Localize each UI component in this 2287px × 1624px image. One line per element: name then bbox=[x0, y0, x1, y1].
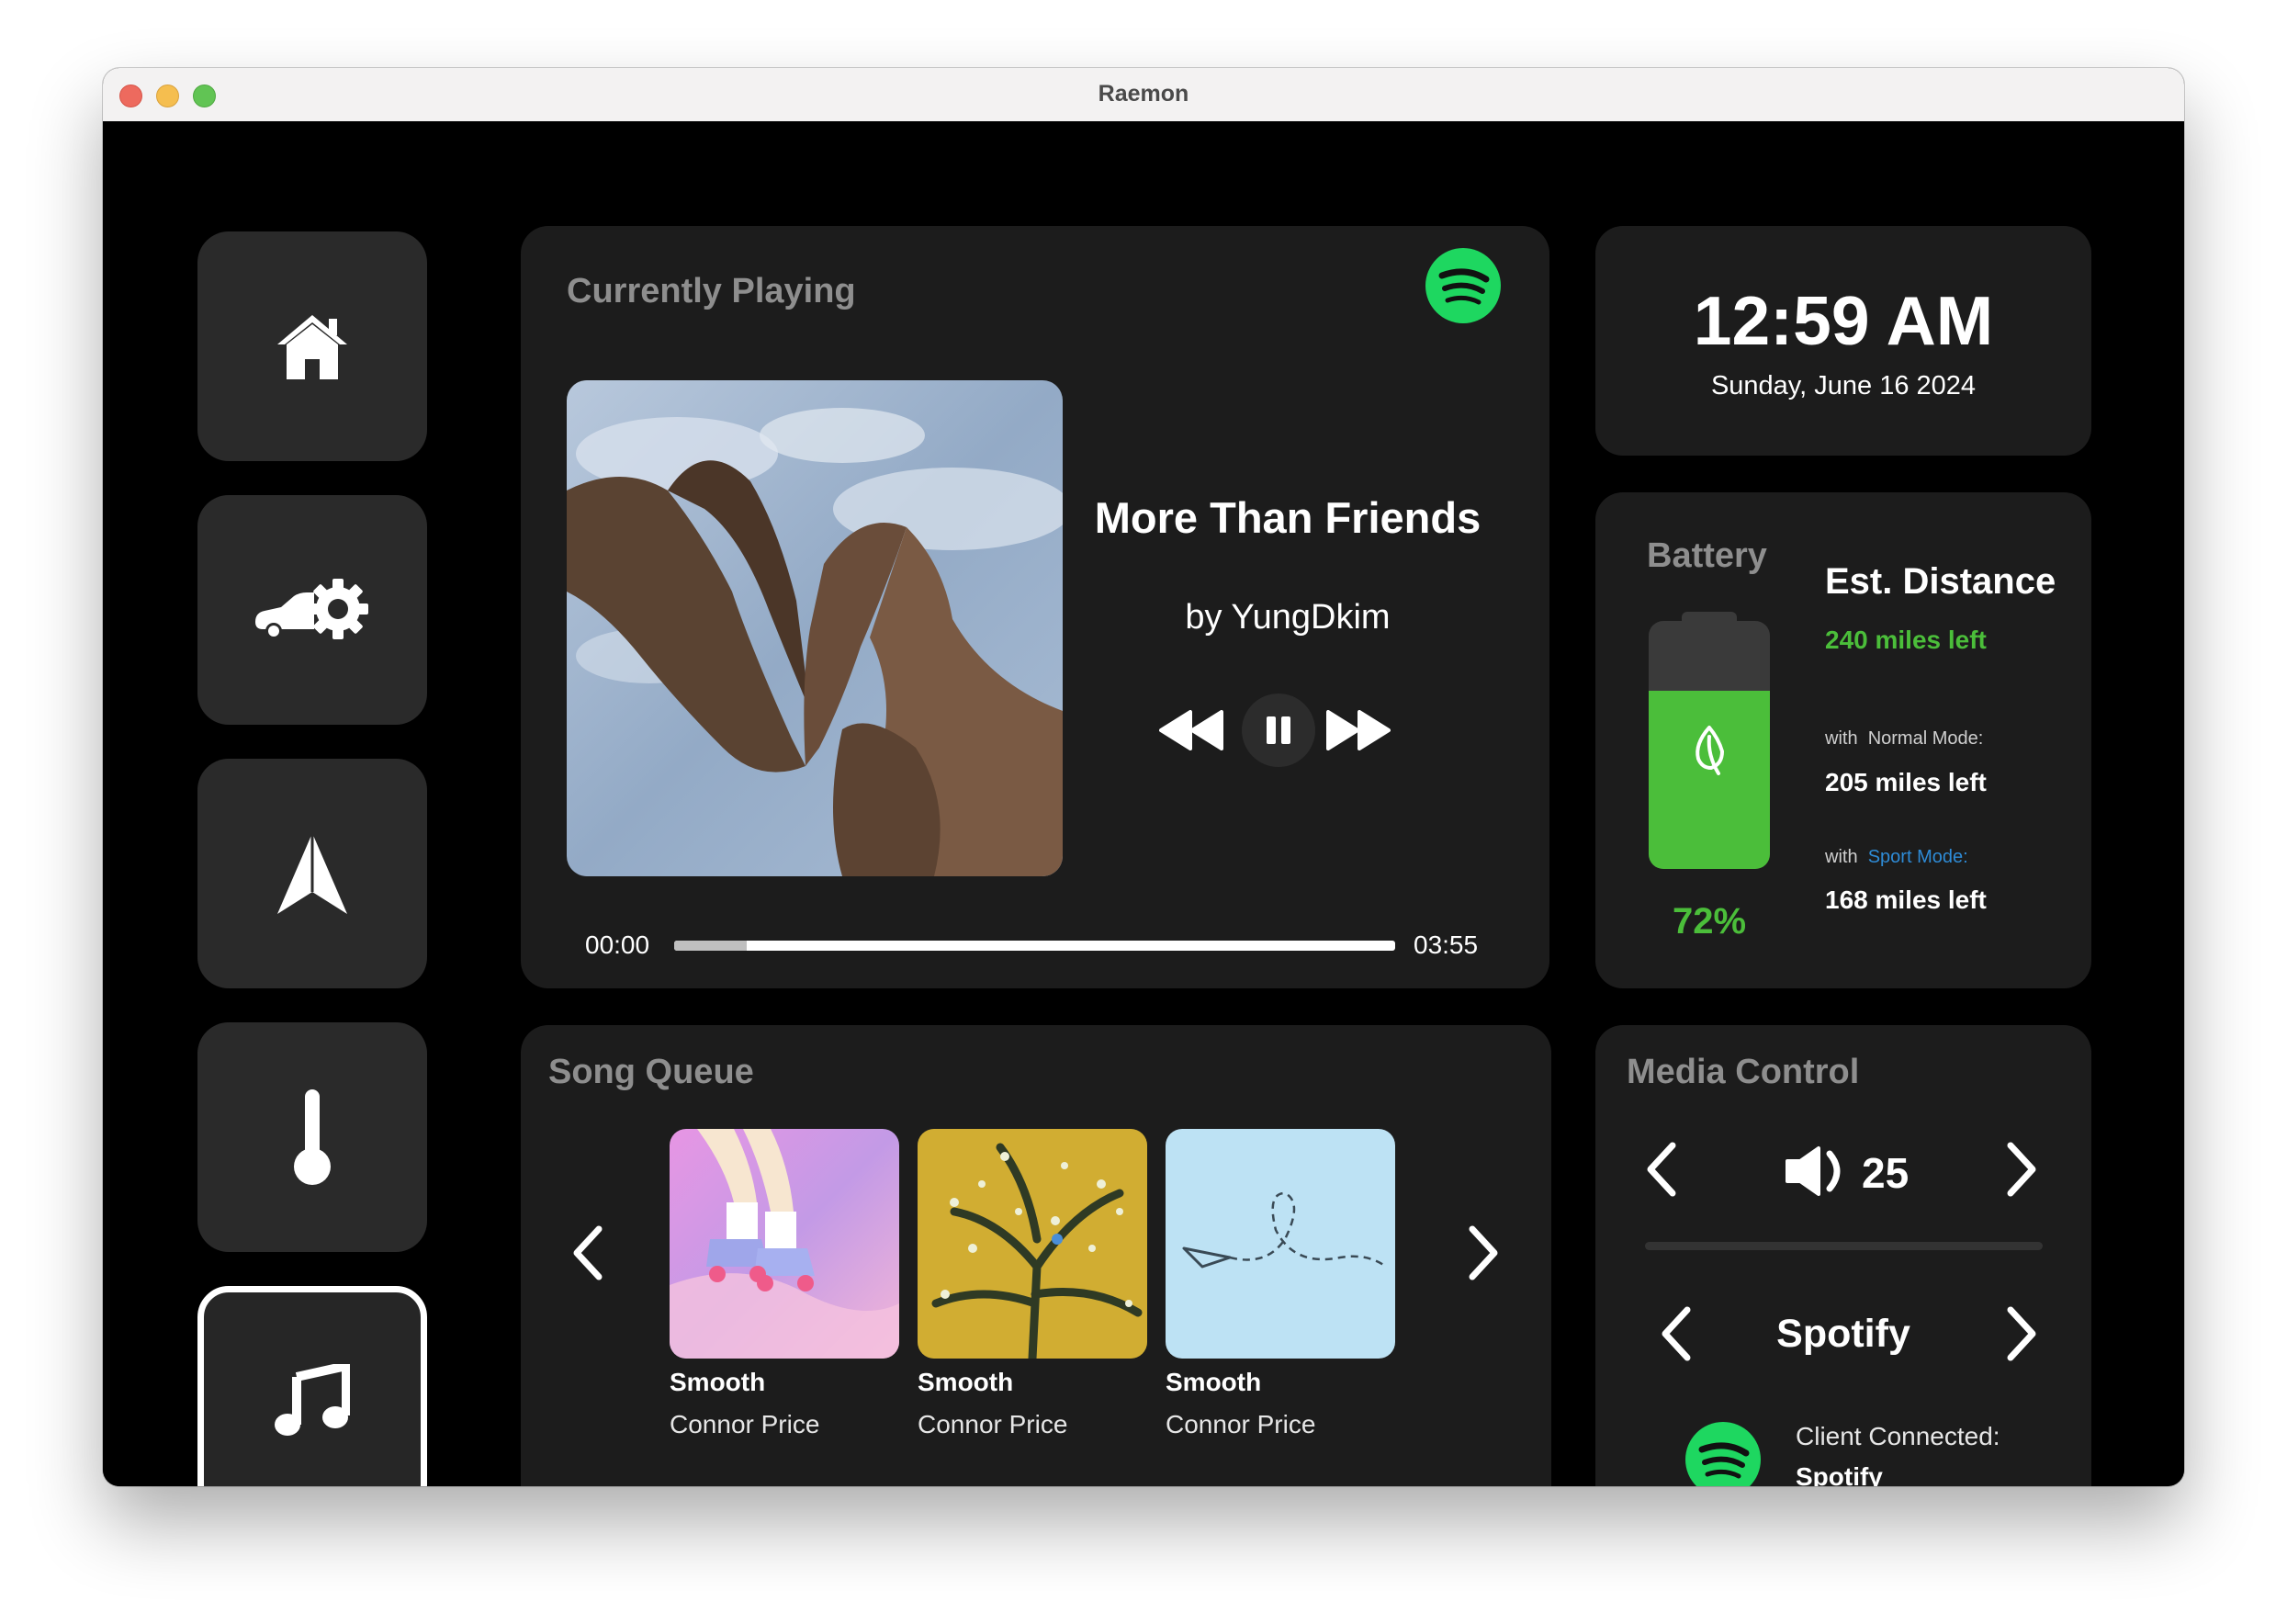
volume-level: 25 bbox=[1862, 1149, 1910, 1197]
normal-mode-prefix: with bbox=[1825, 728, 1858, 749]
now-playing-header: Currently Playing bbox=[567, 272, 856, 310]
fast-forward-button[interactable] bbox=[1324, 710, 1391, 750]
queue-item-title: Smooth bbox=[670, 1368, 766, 1396]
client-connected-name: Spotify bbox=[1796, 1462, 1883, 1486]
dashboard: Currently Playing More Than Friends by Y… bbox=[103, 121, 2184, 1486]
song-artist: by YungDkim bbox=[1185, 598, 1391, 637]
volume-speaker-icon bbox=[1786, 1146, 1841, 1196]
battery-gauge bbox=[1649, 621, 1770, 869]
queue-item-artist: Connor Price bbox=[670, 1410, 820, 1438]
sidebar-item-home[interactable] bbox=[197, 231, 427, 461]
progress-fill bbox=[674, 941, 747, 951]
battery-header: Battery bbox=[1647, 536, 1767, 575]
spotify-icon bbox=[1425, 248, 1501, 323]
car-settings-icon bbox=[255, 579, 368, 639]
queue-item-cover bbox=[1166, 1129, 1395, 1359]
queue-item-artist: Connor Price bbox=[918, 1410, 1068, 1438]
queue-item-cover bbox=[918, 1129, 1147, 1359]
queue-item-cover bbox=[670, 1129, 899, 1359]
sport-mode-prefix: with bbox=[1825, 847, 1858, 867]
progress-bar[interactable] bbox=[674, 941, 1395, 951]
album-cover bbox=[567, 380, 1063, 876]
sport-mode-label: with Sport Mode: bbox=[1825, 847, 1968, 868]
elapsed-time: 00:00 bbox=[585, 930, 650, 959]
sidebar-item-climate[interactable] bbox=[197, 1022, 427, 1252]
title-bar: Raemon bbox=[103, 68, 2184, 122]
now-playing-card: Currently Playing More Than Friends by Y… bbox=[521, 226, 1549, 988]
song-queue-card: Song Queue Smooth Connor Price Smooth Co… bbox=[521, 1025, 1551, 1486]
battery-card: Battery 72% Est. Distance 240 miles left… bbox=[1595, 492, 2091, 988]
rewind-button[interactable] bbox=[1159, 710, 1225, 750]
queue-item[interactable]: Smooth Connor Price bbox=[918, 1129, 1147, 1439]
sidebar-item-navigation[interactable] bbox=[197, 759, 427, 988]
media-control-card: Media Control 25 Spotify Client Connecte… bbox=[1595, 1025, 2091, 1486]
volume-down-button[interactable] bbox=[1645, 1142, 1678, 1197]
leaf-icon bbox=[1696, 726, 1724, 775]
clock-time: 12:59 AM bbox=[1693, 282, 1994, 359]
total-duration: 03:55 bbox=[1414, 930, 1479, 959]
sidebar-item-music[interactable] bbox=[197, 1286, 427, 1486]
navigation-arrow-icon bbox=[277, 833, 347, 914]
sport-mode-name: Sport Mode: bbox=[1867, 847, 1968, 867]
volume-up-button[interactable] bbox=[2005, 1142, 2038, 1197]
media-control-header: Media Control bbox=[1627, 1053, 1860, 1091]
normal-mode-name: Normal Mode: bbox=[1867, 728, 1984, 749]
thermometer-icon bbox=[294, 1089, 331, 1185]
app-window: Raemon Currently Playing More Than Frien… bbox=[103, 68, 2184, 1486]
est-distance-header: Est. Distance bbox=[1825, 561, 2056, 602]
queue-item-title: Smooth bbox=[918, 1368, 1014, 1396]
source-next-button[interactable] bbox=[2005, 1306, 2038, 1361]
clock-date: Sunday, June 16 2024 bbox=[1710, 371, 1977, 400]
queue-next-button[interactable] bbox=[1467, 1225, 1500, 1280]
sidebar-item-car-settings[interactable] bbox=[197, 495, 427, 725]
home-icon bbox=[277, 315, 347, 379]
music-note-icon bbox=[275, 1364, 350, 1436]
client-connected-label: Client Connected: bbox=[1796, 1422, 2000, 1450]
queue-item[interactable]: Smooth Connor Price bbox=[1166, 1129, 1395, 1439]
queue-item-title: Smooth bbox=[1166, 1368, 1262, 1396]
battery-fill bbox=[1649, 690, 1770, 869]
song-queue-header: Song Queue bbox=[548, 1053, 754, 1091]
queue-item-artist: Connor Price bbox=[1166, 1410, 1316, 1438]
normal-mode-miles: 205 miles left bbox=[1825, 768, 1987, 796]
song-title: More Than Friends bbox=[1094, 493, 1481, 542]
clock-card: 12:59 AM Sunday, June 16 2024 bbox=[1595, 226, 2091, 456]
est-distance-value: 240 miles left bbox=[1825, 626, 1987, 654]
pause-button[interactable] bbox=[1242, 694, 1315, 767]
media-source-name: Spotify bbox=[1776, 1312, 1910, 1356]
battery-percent: 72% bbox=[1672, 901, 1747, 942]
media-divider bbox=[1645, 1242, 2043, 1250]
normal-mode-label: with Normal Mode: bbox=[1825, 728, 1983, 750]
spotify-icon bbox=[1685, 1422, 1761, 1486]
sport-mode-miles: 168 miles left bbox=[1825, 885, 1987, 914]
queue-prev-button[interactable] bbox=[571, 1225, 604, 1280]
queue-item[interactable]: Smooth Connor Price bbox=[670, 1129, 899, 1439]
window-title: Raemon bbox=[1098, 81, 1189, 107]
